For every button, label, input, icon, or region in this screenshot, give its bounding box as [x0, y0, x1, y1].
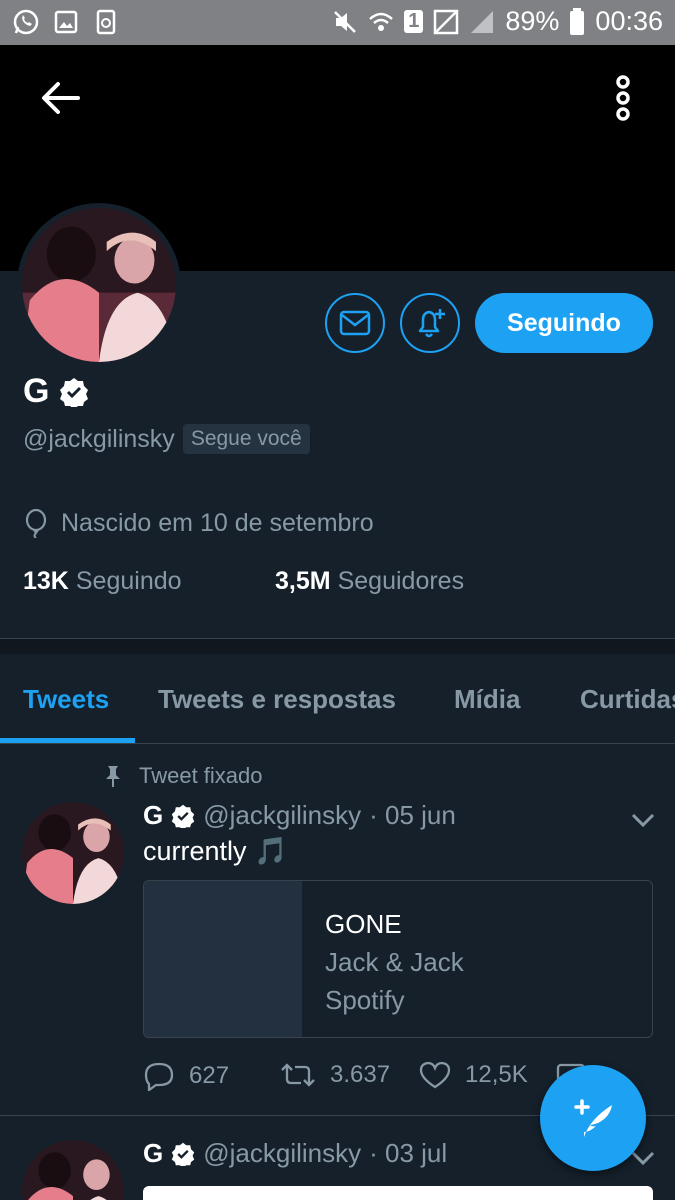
- recycle-icon: [96, 9, 116, 35]
- balloon-icon: [25, 508, 47, 538]
- retweet-button[interactable]: 3.637: [280, 1061, 390, 1089]
- clock: 00:36: [595, 6, 663, 36]
- profile-tabs: Tweets Tweets e respostas Mídia Curtidas: [0, 654, 675, 744]
- reply-count: 627: [189, 1062, 230, 1089]
- tab-likes[interactable]: Curtidas: [580, 684, 675, 715]
- followers-label: Seguidores: [337, 567, 465, 595]
- tweet-author-name[interactable]: G: [143, 1138, 163, 1169]
- bell-plus-icon: [418, 309, 445, 338]
- more-options-icon[interactable]: [606, 74, 640, 122]
- avatar-photo: [22, 208, 176, 362]
- tweet-header: G @jackgilinsky · 05 jun: [143, 800, 456, 831]
- pinned-label: Tweet fixado: [139, 763, 263, 788]
- compose-feather-icon: [574, 1099, 612, 1137]
- verified-badge-icon: [172, 804, 195, 828]
- heart-icon: [419, 1061, 451, 1089]
- tab-media[interactable]: Mídia: [454, 684, 520, 715]
- battery-icon: [570, 7, 585, 35]
- profile-name-row: G: [23, 372, 89, 411]
- birthday-text: Nascido em 10 de setembro: [61, 508, 374, 537]
- tweet-avatar[interactable]: [22, 1140, 124, 1200]
- card-title: GONE: [325, 909, 402, 939]
- envelope-icon: [339, 310, 371, 336]
- following-count: 13K: [23, 567, 69, 595]
- card-subtitle: Jack & Jack: [325, 947, 464, 977]
- compose-tweet-button[interactable]: [540, 1065, 646, 1171]
- profile-handle: @jackgilinsky: [23, 424, 175, 453]
- pin-icon: [106, 766, 120, 787]
- tab-tweets[interactable]: Tweets: [23, 684, 109, 715]
- battery-percent: 89%: [505, 6, 560, 36]
- like-button[interactable]: 12,5K: [419, 1061, 528, 1089]
- active-tab-indicator: [0, 738, 135, 743]
- following-button[interactable]: Seguindo: [475, 293, 653, 353]
- follows-you-badge: Segue você: [182, 424, 310, 454]
- birthday-row: Nascido em 10 de setembro: [23, 508, 374, 538]
- tweet-header: G @jackgilinsky · 03 jul: [143, 1138, 447, 1169]
- tweet-body: currently 🎵: [143, 836, 288, 866]
- tweet-author-name[interactable]: G: [143, 800, 163, 831]
- status-bar: 1 89% 00:36: [0, 0, 675, 45]
- like-count: 12,5K: [465, 1061, 528, 1088]
- verified-badge-icon: [172, 1142, 195, 1166]
- tweet-text: currently 🎵: [143, 835, 288, 867]
- reply-icon: [144, 1062, 174, 1091]
- media-preview[interactable]: [143, 1186, 653, 1200]
- follow-stats: 13K Seguindo 3,5M Seguidores: [23, 567, 464, 596]
- avatar-photo: [22, 802, 124, 904]
- system-status: 1 89% 00:36: [332, 6, 663, 37]
- back-arrow-icon[interactable]: [38, 78, 82, 118]
- retweet-count: 3.637: [330, 1061, 391, 1088]
- link-card[interactable]: GONE Jack & Jack Spotify: [143, 880, 653, 1038]
- verified-badge-icon: [60, 377, 89, 407]
- profile-name: G: [23, 372, 50, 410]
- signal-empty-icon: [434, 9, 459, 34]
- profile-avatar[interactable]: [17, 203, 181, 367]
- handle-row: @jackgilinsky Segue você: [23, 424, 310, 454]
- sim-badge: 1: [404, 10, 424, 33]
- section-divider: [0, 638, 675, 654]
- signal-icon: [471, 10, 494, 33]
- followers-count: 3,5M: [275, 567, 331, 595]
- chevron-down-icon[interactable]: [630, 810, 656, 830]
- tweet-author-handle: @jackgilinsky: [203, 800, 362, 830]
- card-thumbnail: [144, 881, 302, 1037]
- notifications-button[interactable]: [400, 293, 460, 353]
- reply-button[interactable]: 627: [143, 1061, 229, 1091]
- wifi-icon: [369, 12, 394, 31]
- notification-icons: [12, 8, 120, 36]
- followers-stat[interactable]: 3,5M Seguidores: [275, 567, 464, 596]
- tweet-date: · 03 jul: [369, 1138, 448, 1168]
- tab-tweets-replies[interactable]: Tweets e respostas: [158, 684, 396, 715]
- tweet-avatar[interactable]: [22, 802, 124, 904]
- pinned-indicator: Tweet fixado: [103, 763, 263, 789]
- following-stat[interactable]: 13K Seguindo: [23, 567, 275, 596]
- following-label: Seguindo: [75, 567, 182, 595]
- card-source: Spotify: [325, 985, 405, 1015]
- tweet-date: · 05 jun: [369, 800, 456, 830]
- gallery-icon: [54, 10, 78, 34]
- avatar-photo: [22, 1140, 124, 1200]
- mute-icon: [334, 10, 357, 33]
- tweet-author-handle: @jackgilinsky: [203, 1138, 362, 1168]
- message-button[interactable]: [325, 293, 385, 353]
- whatsapp-icon: [13, 9, 39, 35]
- retweet-icon: [281, 1063, 315, 1087]
